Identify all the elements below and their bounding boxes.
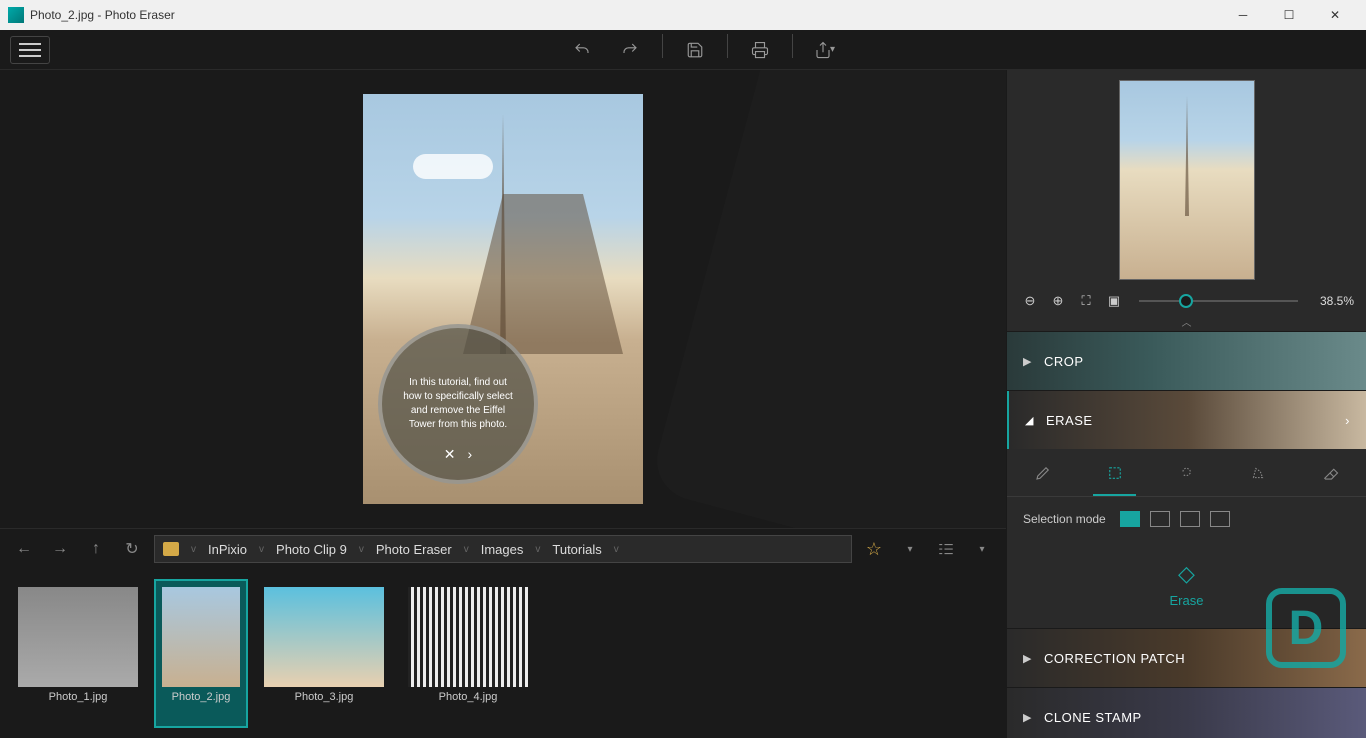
thumb-image bbox=[162, 587, 240, 687]
zoom-slider[interactable] bbox=[1139, 300, 1298, 302]
thumb-label: Photo_1.jpg bbox=[49, 691, 108, 703]
tutorial-next-icon[interactable]: › bbox=[468, 445, 473, 465]
erase-label: ERASE bbox=[1046, 413, 1093, 428]
brush-tool[interactable] bbox=[1007, 449, 1079, 496]
redo-button[interactable] bbox=[610, 34, 650, 66]
expand-icon[interactable]: › bbox=[1345, 413, 1350, 428]
favorite-button[interactable]: ☆ bbox=[860, 535, 888, 563]
thumb-label: Photo_2.jpg bbox=[172, 691, 231, 703]
tutorial-close-icon[interactable]: ✕ bbox=[444, 445, 456, 465]
canvas-area[interactable]: In this tutorial, find out how to specif… bbox=[0, 70, 1006, 528]
brand-logo: D bbox=[1266, 588, 1346, 668]
collapse-icon[interactable]: ︿ bbox=[1007, 312, 1366, 331]
nav-forward-button[interactable]: → bbox=[46, 535, 74, 563]
thumb-image bbox=[18, 587, 138, 687]
fit-icon[interactable]: ⛶ bbox=[1075, 290, 1097, 312]
marquee-tool[interactable] bbox=[1079, 449, 1151, 496]
thumbnail-2[interactable]: Photo_2.jpg bbox=[154, 579, 248, 728]
eraser-tool[interactable] bbox=[1294, 449, 1366, 496]
erase-panel-header[interactable]: ◢ ERASE › bbox=[1007, 391, 1366, 449]
main-image: In this tutorial, find out how to specif… bbox=[363, 94, 643, 504]
clone-label: CLONE STAMP bbox=[1044, 710, 1142, 725]
chevron-down-icon: ◢ bbox=[1025, 414, 1034, 427]
share-button[interactable]: ▾ bbox=[805, 34, 845, 66]
actual-size-icon[interactable]: ▣ bbox=[1103, 290, 1125, 312]
crumb-1[interactable]: Photo Clip 9 bbox=[276, 542, 347, 557]
zoom-in-icon[interactable]: ⊕ bbox=[1047, 290, 1069, 312]
thumbnail-3[interactable]: Photo_3.jpg bbox=[256, 579, 392, 728]
nav-back-button[interactable]: ← bbox=[10, 535, 38, 563]
erase-icon: ◇ bbox=[1178, 561, 1195, 587]
thumbnail-4[interactable]: Photo_4.jpg bbox=[400, 579, 536, 728]
correction-label: CORRECTION PATCH bbox=[1044, 651, 1185, 666]
window-title: Photo_2.jpg - Photo Eraser bbox=[30, 8, 1220, 22]
mode-intersect[interactable] bbox=[1210, 511, 1230, 527]
crop-label: CROP bbox=[1044, 354, 1084, 369]
save-button[interactable] bbox=[675, 34, 715, 66]
undo-button[interactable] bbox=[562, 34, 602, 66]
file-browser: ← → ↑ ↻ v InPixiov Photo Clip 9v Photo E… bbox=[0, 528, 1006, 738]
lasso-tool[interactable] bbox=[1151, 449, 1223, 496]
zoom-value: 38.5% bbox=[1312, 294, 1354, 308]
favorite-dropdown[interactable]: ▾ bbox=[896, 535, 924, 563]
erase-action-label: Erase bbox=[1170, 593, 1204, 608]
crumb-3[interactable]: Images bbox=[481, 542, 524, 557]
breadcrumb[interactable]: v InPixiov Photo Clip 9v Photo Eraserv I… bbox=[154, 535, 852, 563]
maximize-button[interactable]: ☐ bbox=[1266, 0, 1312, 30]
crop-panel-header[interactable]: ▶ CROP bbox=[1007, 332, 1366, 390]
thumb-image bbox=[408, 587, 528, 687]
polygon-tool[interactable] bbox=[1222, 449, 1294, 496]
zoom-controls: ⊖ ⊕ ⛶ ▣ 38.5% bbox=[1007, 290, 1366, 312]
menu-button[interactable] bbox=[10, 36, 50, 64]
preview-image[interactable] bbox=[1119, 80, 1255, 280]
thumbnail-1[interactable]: Photo_1.jpg bbox=[10, 579, 146, 728]
crumb-4[interactable]: Tutorials bbox=[552, 542, 601, 557]
view-options-button[interactable] bbox=[932, 535, 960, 563]
thumb-label: Photo_3.jpg bbox=[295, 691, 354, 703]
app-icon bbox=[8, 7, 24, 23]
thumb-image bbox=[264, 587, 384, 687]
nav-up-button[interactable]: ↑ bbox=[82, 535, 110, 563]
selection-mode-label: Selection mode bbox=[1023, 512, 1106, 526]
clone-panel-header[interactable]: ▶ CLONE STAMP bbox=[1007, 688, 1366, 738]
titlebar: Photo_2.jpg - Photo Eraser ─ ☐ ✕ bbox=[0, 0, 1366, 30]
refresh-button[interactable]: ↻ bbox=[118, 535, 146, 563]
chevron-right-icon: ▶ bbox=[1023, 711, 1032, 724]
chevron-right-icon: ▶ bbox=[1023, 652, 1032, 665]
mode-subtract[interactable] bbox=[1180, 511, 1200, 527]
folder-icon bbox=[163, 542, 179, 556]
crumb-0[interactable]: InPixio bbox=[208, 542, 247, 557]
minimize-button[interactable]: ─ bbox=[1220, 0, 1266, 30]
toolbar: ▾ bbox=[0, 30, 1366, 70]
zoom-out-icon[interactable]: ⊖ bbox=[1019, 290, 1041, 312]
tutorial-overlay: In this tutorial, find out how to specif… bbox=[378, 324, 538, 484]
close-button[interactable]: ✕ bbox=[1312, 0, 1358, 30]
tutorial-text: In this tutorial, find out how to specif… bbox=[402, 376, 514, 432]
view-dropdown[interactable]: ▾ bbox=[968, 535, 996, 563]
print-button[interactable] bbox=[740, 34, 780, 66]
thumb-label: Photo_4.jpg bbox=[439, 691, 498, 703]
preview-box bbox=[1007, 70, 1366, 290]
chevron-right-icon: ▶ bbox=[1023, 355, 1032, 368]
crumb-2[interactable]: Photo Eraser bbox=[376, 542, 452, 557]
mode-add[interactable] bbox=[1150, 511, 1170, 527]
mode-new[interactable] bbox=[1120, 511, 1140, 527]
